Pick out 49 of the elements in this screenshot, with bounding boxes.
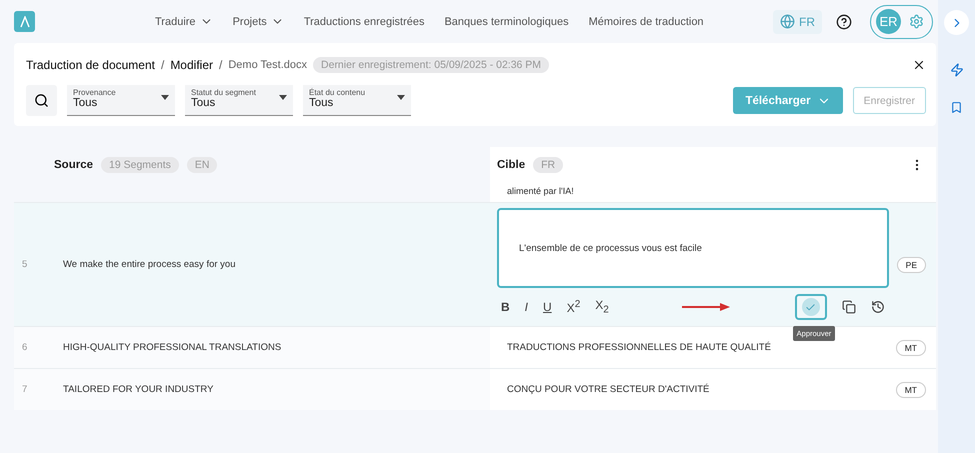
last-saved-label: Dernier enregistrement: 05/09/2025 - 02:36 PM — [313, 57, 550, 73]
segment-number: 6 — [21, 342, 28, 353]
segment-text: alimenté par l'IA! — [506, 185, 575, 198]
search-button[interactable] — [26, 85, 57, 116]
search-icon — [34, 93, 49, 108]
status-tag: MT — [896, 340, 926, 356]
filter-dropdown[interactable]: Provenance Tous — [67, 85, 175, 116]
source-text: HIGH-QUALITY PROFESSIONAL TRANSLATIONS — [63, 342, 282, 353]
breadcrumb-link[interactable]: Modifier — [170, 58, 213, 72]
status-tag: MT — [896, 382, 926, 398]
bookmark-icon[interactable] — [950, 101, 963, 114]
segment-row[interactable]: 7 TAILORED FOR YOUR INDUSTRY CONÇU POUR VOTRE SECTEUR D'ACTIVITÉ MT — [14, 368, 936, 410]
nav-menu-item[interactable]: Traductions enregistrées — [304, 15, 424, 28]
history-icon[interactable] — [870, 300, 885, 314]
format-button[interactable]: X$_{2}$ — [595, 298, 609, 316]
filter-dropdown[interactable]: Statut du segment Tous — [185, 85, 293, 116]
format-button[interactable]: U — [543, 300, 552, 314]
breadcrumb-link[interactable]: Traduction de document — [26, 58, 155, 72]
source-text: TAILORED FOR YOUR INDUSTRY — [63, 384, 214, 395]
format-button[interactable]: X$^{2}$ — [566, 299, 580, 315]
language-tag: EN — [186, 157, 218, 173]
filter-dropdown[interactable]: État du contenu Tous — [303, 85, 411, 116]
language-tag: FR — [533, 157, 564, 173]
segment-number: 7 — [21, 384, 28, 395]
nav-menu-item[interactable]: Mémoires de traduction — [588, 15, 704, 28]
breadcrumb-link[interactable]: Demo Test.docx — [228, 59, 308, 71]
segment-number: 5 — [21, 259, 28, 270]
nav-menu-item[interactable]: Banques terminologiques — [444, 15, 569, 28]
format-button[interactable]: B — [501, 300, 510, 314]
target-text: TRADUCTIONS PROFESSIONNELLES DE HAUTE QUALITÉ — [507, 342, 772, 353]
source-text: We make the entire process easy for you — [63, 259, 236, 270]
source-title: Source — [54, 159, 93, 171]
breadcrumb-separator: / — [160, 58, 164, 72]
status-tag: PE — [896, 256, 926, 272]
help-icon[interactable] — [836, 14, 852, 30]
close-icon[interactable] — [912, 58, 926, 72]
target-editor[interactable]: L'ensemble de ce processus vous est facile — [497, 208, 889, 288]
format-button[interactable]: I — [524, 300, 528, 314]
arrow-icon — [682, 303, 730, 311]
globe-icon — [780, 14, 795, 29]
check-icon — [805, 302, 816, 312]
segment-count: 19 Segments — [101, 157, 179, 173]
copy-icon[interactable] — [842, 300, 856, 314]
target-title: Cible — [497, 159, 526, 171]
target-text: CONÇU POUR VOTRE SECTEUR D'ACTIVITÉ — [507, 384, 710, 395]
lightning-icon[interactable] — [950, 63, 964, 77]
nav-menu-item[interactable]: Projets — [232, 15, 284, 28]
breadcrumb-separator: / — [219, 58, 222, 72]
nav-menu-item[interactable]: Traduire — [155, 15, 213, 28]
